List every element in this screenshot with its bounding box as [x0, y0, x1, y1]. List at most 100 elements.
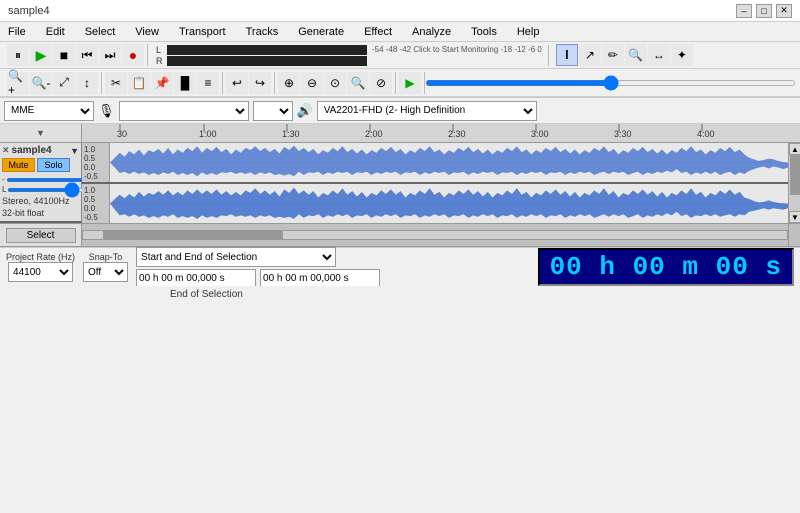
record-button[interactable]: ● — [122, 44, 144, 66]
waveform-channel1[interactable]: 1.0 0.5 0.0 -0.5 -1.0 // This won't run … — [82, 143, 788, 184]
bottom-controls: Project Rate (Hz) 44100 Snap-To Off Star… — [0, 248, 800, 286]
scroll-up-button[interactable]: ▲ — [789, 143, 800, 155]
pause-button[interactable]: ⏸ — [7, 44, 29, 66]
envelope-tool-button[interactable]: ↗ — [579, 44, 601, 66]
silence-button[interactable]: ≡ — [197, 72, 219, 94]
maximize-button[interactable]: □ — [756, 4, 772, 18]
play-button[interactable]: ▶ — [30, 44, 52, 66]
snap-to-group: Snap-To Off — [83, 252, 128, 282]
scrollbar-corner — [788, 224, 800, 246]
cut-button[interactable]: ✂ — [105, 72, 127, 94]
select-tool-button[interactable]: 𝐈 — [556, 44, 578, 66]
project-rate-select[interactable]: 44100 — [8, 262, 73, 282]
copy-button[interactable]: 📋 — [128, 72, 150, 94]
vu-right-label: R — [156, 56, 164, 66]
svg-text:1:30: 1:30 — [282, 129, 300, 139]
play-speed-button[interactable]: ▶ — [399, 72, 421, 94]
zoom-fit-button[interactable]: ⊖ — [301, 72, 323, 94]
select-button[interactable]: Select — [6, 228, 76, 243]
scroll-thumb[interactable] — [790, 155, 800, 195]
device-row: MME 🎙 🔊 VA2201-FHD (2- High Definition — [0, 98, 800, 124]
selection-start-input[interactable] — [136, 269, 256, 287]
menu-effect[interactable]: Effect — [360, 26, 396, 38]
svg-text:3:00: 3:00 — [531, 129, 549, 139]
zoom-waveform-button[interactable]: ⊙ — [324, 72, 346, 94]
svg-text:3:30: 3:30 — [614, 129, 632, 139]
title-bar: sample4 – □ ✕ — [0, 0, 800, 22]
menu-view[interactable]: View — [131, 26, 163, 38]
timeline-arrow-icon: ▼ — [36, 128, 45, 138]
menu-select[interactable]: Select — [81, 26, 120, 38]
menu-help[interactable]: Help — [513, 26, 544, 38]
zoom-normal-button[interactable]: ↕ — [76, 72, 98, 94]
input-device-select[interactable] — [119, 101, 249, 121]
vertical-scrollbar[interactable]: ▲ ▼ — [788, 143, 800, 223]
menu-edit[interactable]: Edit — [42, 26, 69, 38]
minimize-button[interactable]: – — [736, 4, 752, 18]
multi-tool-button[interactable]: ✦ — [671, 44, 693, 66]
track-select-row: Select — [0, 223, 800, 247]
end-selection-label: End of Selection — [170, 289, 243, 300]
h-scroll-thumb[interactable] — [103, 231, 283, 239]
waveform-channel2[interactable]: 1.0 0.5 0.0 -0.5 -1.0 — [82, 184, 788, 223]
timeline-ruler: 30 1:00 1:30 2:00 2:30 3:00 3:30 4:00 — [82, 124, 788, 142]
zoom2-section: ⊕ ⊖ ⊙ 🔍 ⊘ — [275, 72, 396, 94]
menu-tracks[interactable]: Tracks — [242, 26, 283, 38]
menu-tools[interactable]: Tools — [467, 26, 501, 38]
zoom-in-tool[interactable]: 🔍 — [625, 44, 647, 66]
close-button[interactable]: ✕ — [776, 4, 792, 18]
skip-end-button[interactable]: ⏭ — [99, 44, 121, 66]
zoom-track-button[interactable]: 🔍 — [347, 72, 369, 94]
track1-controls: ✕ sample4 ▼ Mute Solo - + L R Stereo, 44… — [0, 143, 81, 223]
track-close-icon[interactable]: ✕ — [2, 145, 10, 156]
project-rate-group: Project Rate (Hz) 44100 — [6, 252, 75, 282]
selection-type-select[interactable]: Start and End of Selection — [136, 247, 336, 267]
scroll-track[interactable] — [789, 155, 800, 211]
waveform-area: 1.0 0.5 0.0 -0.5 -1.0 // This won't run … — [82, 143, 788, 223]
undo-button[interactable]: ↩ — [226, 72, 248, 94]
tools-section: 𝐈 ↗ ✏ 🔍 ↔ ✦ — [553, 44, 696, 66]
selection-end-input[interactable] — [260, 269, 380, 287]
menu-generate[interactable]: Generate — [294, 26, 348, 38]
output-device-select[interactable]: VA2201-FHD (2- High Definition — [317, 101, 537, 121]
vu-left-label: L — [156, 45, 164, 55]
svg-text:2:30: 2:30 — [448, 129, 466, 139]
time-display: 00 h 00 m 00 s — [538, 248, 794, 286]
snap-to-select[interactable]: Off — [83, 262, 128, 282]
trim-button[interactable]: ▐▌ — [174, 72, 196, 94]
mute-button[interactable]: Mute — [2, 158, 35, 172]
menu-bar: File Edit Select View Transport Tracks G… — [0, 22, 800, 42]
audio-host-select[interactable]: MME — [4, 101, 94, 121]
track-info: Stereo, 44100Hz32-bit float — [2, 196, 79, 219]
skip-start-button[interactable]: ⏮ — [76, 44, 98, 66]
zoom-sel-button[interactable]: ⊕ — [278, 72, 300, 94]
menu-transport[interactable]: Transport — [175, 26, 230, 38]
draw-tool-button[interactable]: ✏ — [602, 44, 624, 66]
vu-left-meter — [167, 45, 367, 55]
svg-text:30: 30 — [117, 129, 127, 139]
fit-in-window-button[interactable]: ⤢ — [53, 72, 75, 94]
h-scroll-track[interactable] — [82, 230, 788, 240]
menu-file[interactable]: File — [4, 26, 30, 38]
stop-button[interactable]: ■ — [53, 44, 75, 66]
zoom-in-button[interactable]: 🔍+ — [7, 72, 29, 94]
menu-analyze[interactable]: Analyze — [408, 26, 455, 38]
selection-group: Start and End of Selection — [136, 247, 380, 287]
vu-scale-label: -54 -48 -42 Click to Start Monitoring -1… — [372, 45, 542, 54]
zoom-out-button[interactable]: 🔍- — [30, 72, 52, 94]
redo-button[interactable]: ↪ — [249, 72, 271, 94]
svg-text:4:00: 4:00 — [697, 129, 715, 139]
track-menu-icon[interactable]: ▼ — [70, 146, 79, 156]
window-title: sample4 — [8, 5, 50, 17]
mic-icon: 🎙 — [98, 103, 115, 119]
playback-speed-slider[interactable] — [425, 80, 796, 86]
play-at-speed-button[interactable]: ⊘ — [370, 72, 392, 94]
paste-button[interactable]: 📌 — [151, 72, 173, 94]
svg-text:1:00: 1:00 — [199, 129, 217, 139]
solo-button[interactable]: Solo — [37, 158, 70, 172]
gain-min-label: - — [2, 175, 5, 184]
speaker-icon: 🔊 — [297, 103, 313, 119]
time-shift-button[interactable]: ↔ — [648, 44, 670, 66]
channel-select[interactable] — [253, 101, 293, 121]
scroll-down-button[interactable]: ▼ — [789, 211, 800, 223]
